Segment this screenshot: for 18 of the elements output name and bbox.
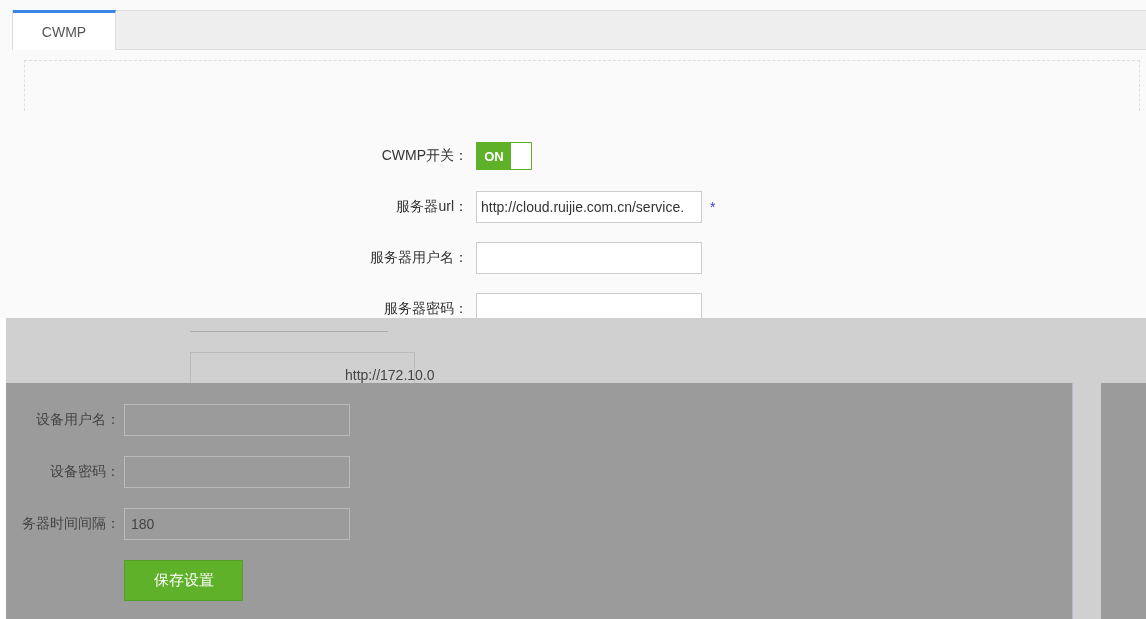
input-field[interactable]	[476, 242, 702, 274]
field-label: 设备密码：	[49, 463, 121, 481]
field-label: CWMP开关：	[380, 147, 469, 165]
input-field[interactable]: 180	[124, 508, 350, 540]
input-field[interactable]	[124, 404, 350, 436]
field-label: 务器时间间隔：	[21, 515, 121, 533]
url-text: http://172.10.0	[345, 367, 435, 383]
input-field[interactable]	[476, 293, 702, 318]
required-mark: *	[710, 199, 716, 215]
field-label: 服务器密码：	[383, 300, 469, 318]
field-label: 设备用户名：	[35, 411, 121, 429]
save-button[interactable]: 保存设置	[124, 560, 243, 601]
tab[interactable]: CWMP	[13, 10, 116, 50]
field-label: 服务器url：	[395, 198, 469, 216]
field-label: 服务器用户名：	[369, 249, 469, 267]
input-field[interactable]: http://cloud.ruijie.com.cn/service.	[476, 191, 702, 223]
input-field[interactable]	[124, 456, 350, 488]
toggle-switch[interactable]: ON	[476, 142, 532, 170]
